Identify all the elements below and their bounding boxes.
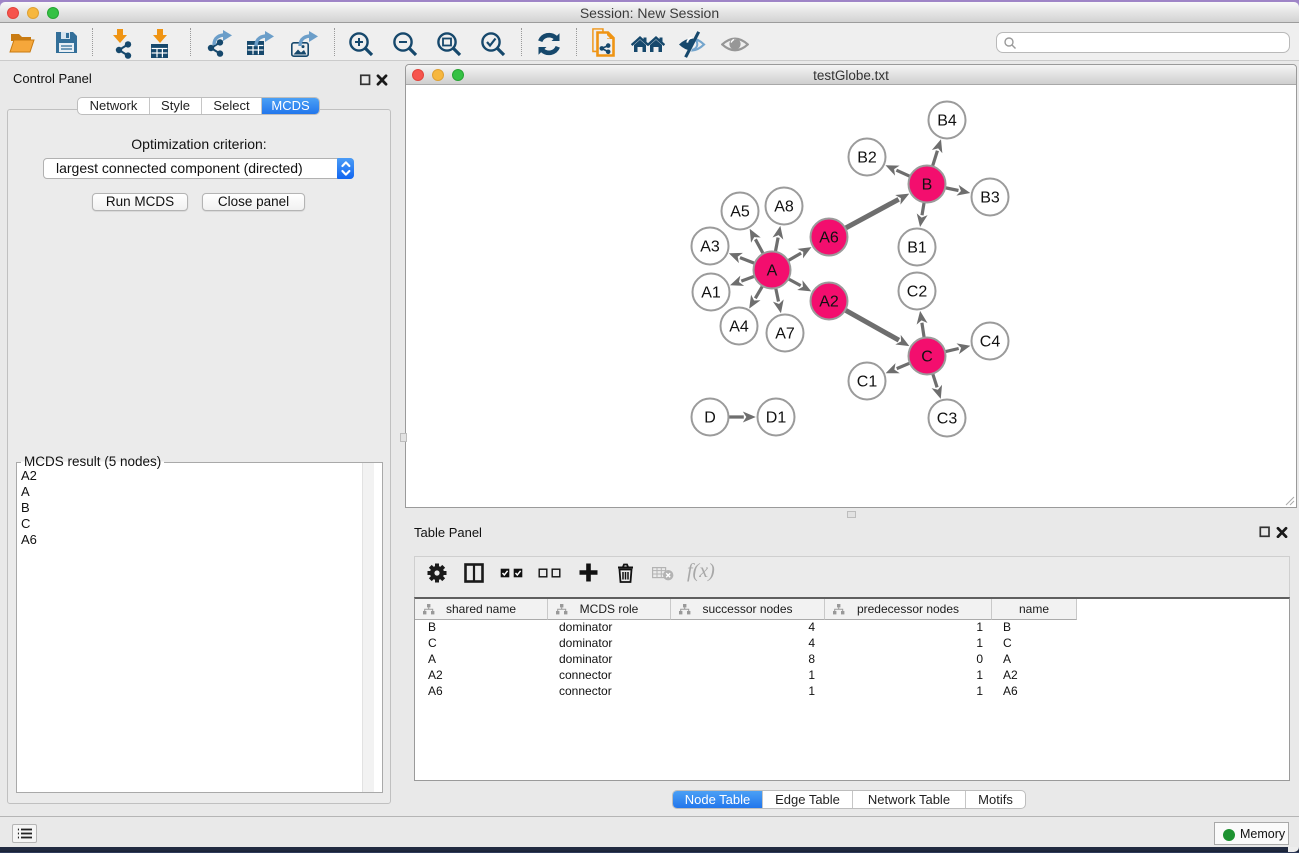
svg-text:A3: A3	[700, 239, 720, 256]
svg-text:C4: C4	[980, 334, 1001, 351]
svg-text:A8: A8	[774, 199, 794, 216]
svg-text:C1: C1	[857, 374, 878, 391]
svg-text:A7: A7	[775, 326, 795, 343]
svg-text:A1: A1	[701, 285, 721, 302]
svg-text:A: A	[767, 263, 778, 280]
svg-text:A2: A2	[819, 294, 839, 311]
svg-text:A4: A4	[729, 319, 749, 336]
svg-text:B4: B4	[937, 113, 957, 130]
svg-text:B1: B1	[907, 240, 927, 257]
svg-text:C3: C3	[937, 411, 958, 428]
svg-text:B2: B2	[857, 150, 877, 167]
svg-text:C2: C2	[907, 284, 928, 301]
svg-text:D1: D1	[766, 410, 787, 427]
svg-text:B: B	[922, 177, 933, 194]
svg-text:B3: B3	[980, 190, 1000, 207]
svg-text:D: D	[704, 410, 716, 427]
svg-text:C: C	[921, 349, 933, 366]
svg-text:A6: A6	[819, 230, 839, 247]
svg-text:A5: A5	[730, 204, 750, 221]
